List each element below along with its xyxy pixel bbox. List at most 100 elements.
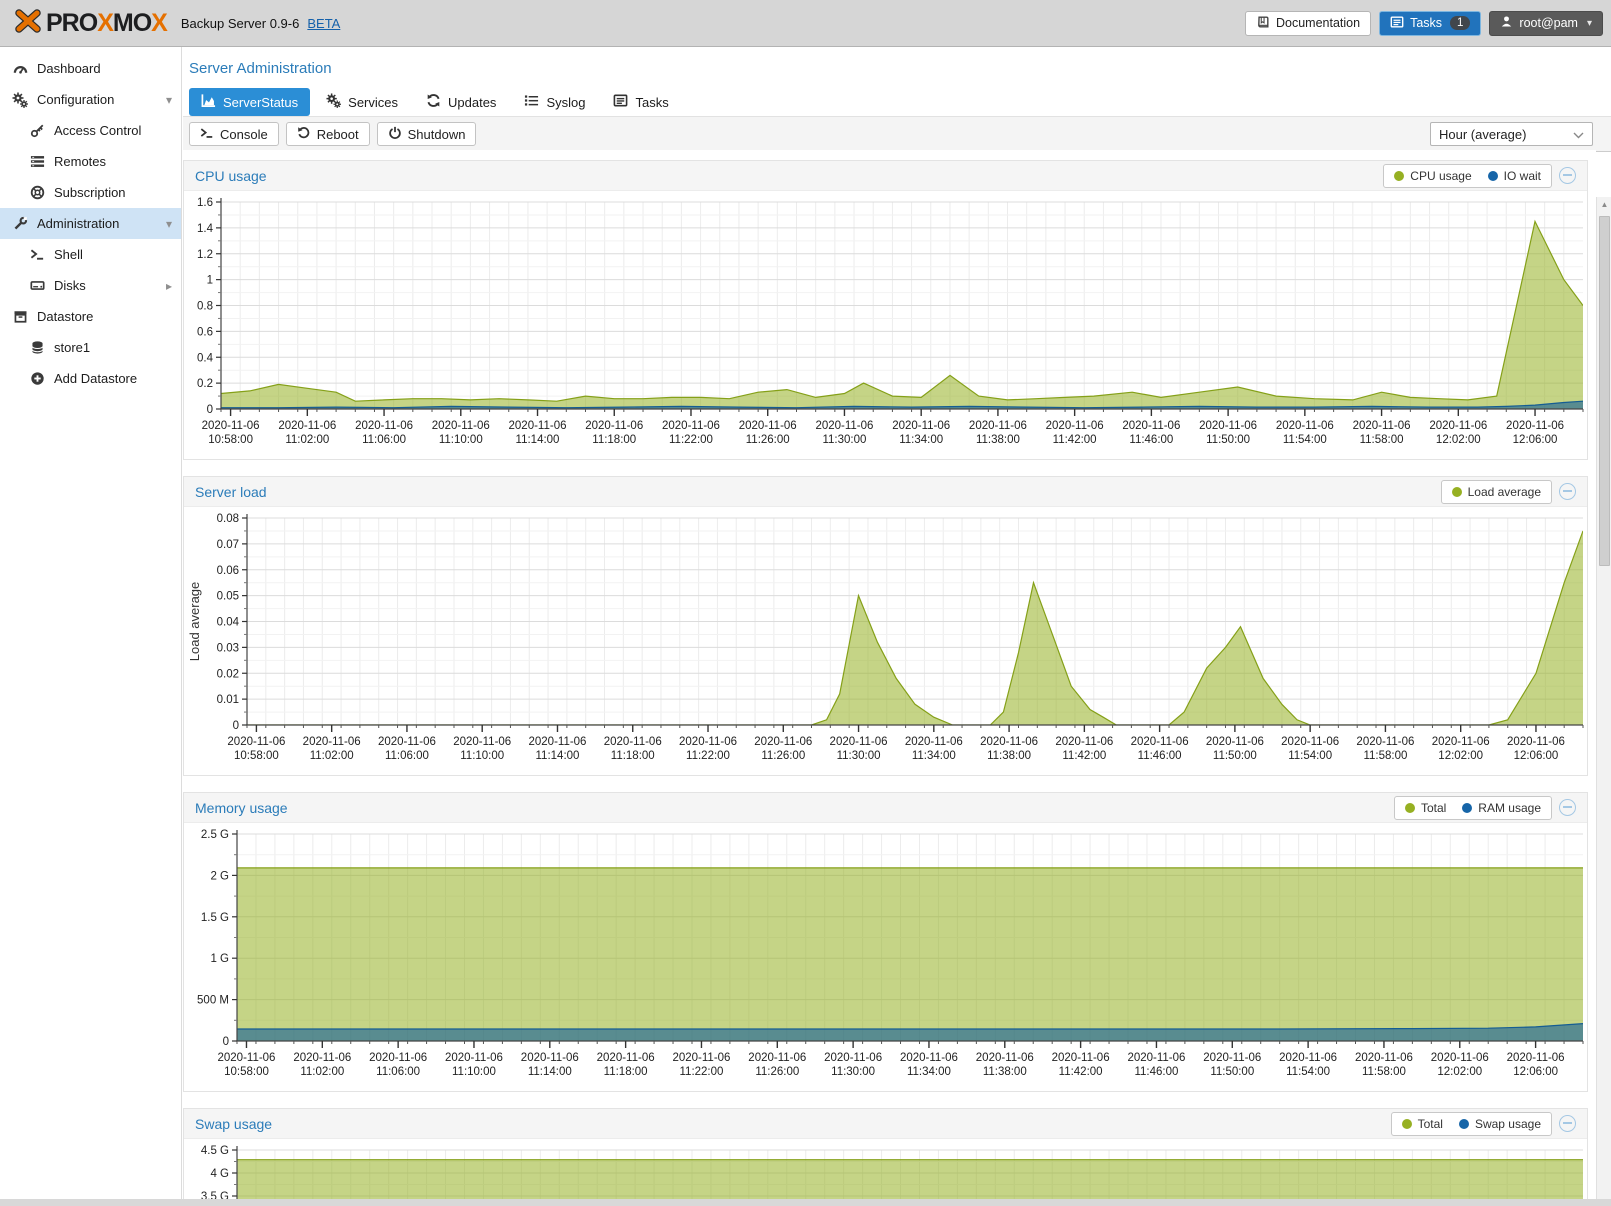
- svg-text:2020-11-06: 2020-11-06: [217, 1052, 275, 1064]
- power-icon: [388, 126, 402, 143]
- panel-title: Swap usage: [195, 1116, 272, 1132]
- time-range-value: Hour (average): [1439, 127, 1573, 142]
- area-chart-icon: [201, 93, 216, 111]
- key-icon: [27, 123, 47, 138]
- svg-text:11:10:00: 11:10:00: [439, 434, 483, 446]
- memory-usage-legend[interactable]: Total RAM usage: [1394, 796, 1552, 820]
- svg-text:2020-11-06: 2020-11-06: [1206, 736, 1264, 748]
- window-bottom-edge: [0, 1199, 1611, 1206]
- svg-text:1.2: 1.2: [197, 249, 213, 261]
- tab-serverstatus[interactable]: ServerStatus: [189, 88, 310, 116]
- sidebar-item-datastore[interactable]: Datastore: [0, 301, 181, 332]
- svg-text:11:46:00: 11:46:00: [1138, 750, 1182, 762]
- gauge-icon: [10, 61, 30, 76]
- sidebar-item-dashboard[interactable]: Dashboard: [0, 53, 181, 84]
- tasks-button[interactable]: Tasks 1: [1379, 11, 1481, 36]
- database-icon: [27, 340, 47, 355]
- swap-usage-legend[interactable]: Total Swap usage: [1391, 1112, 1552, 1136]
- svg-text:2020-11-06: 2020-11-06: [1276, 420, 1334, 432]
- svg-text:11:46:00: 11:46:00: [1134, 1066, 1178, 1078]
- svg-text:0.2: 0.2: [197, 378, 213, 390]
- shutdown-button[interactable]: Shutdown: [377, 122, 477, 146]
- svg-text:2020-11-06: 2020-11-06: [1431, 1052, 1489, 1064]
- svg-text:11:42:00: 11:42:00: [1053, 434, 1097, 446]
- svg-text:2 G: 2 G: [210, 870, 229, 882]
- chevron-down-icon[interactable]: ▾: [166, 217, 172, 231]
- sidebar-item-subscription[interactable]: Subscription: [0, 177, 181, 208]
- documentation-button[interactable]: Documentation: [1245, 11, 1371, 36]
- svg-text:2020-11-06: 2020-11-06: [1353, 420, 1411, 432]
- svg-text:11:54:00: 11:54:00: [1288, 750, 1332, 762]
- svg-text:11:14:00: 11:14:00: [536, 750, 580, 762]
- tab-updates[interactable]: Updates: [414, 88, 508, 116]
- chevron-down-icon: [1573, 127, 1584, 142]
- svg-text:1.6: 1.6: [197, 197, 213, 209]
- svg-text:11:22:00: 11:22:00: [680, 1066, 724, 1078]
- svg-text:12:02:00: 12:02:00: [1438, 750, 1483, 762]
- swap-usage-chart: 2020-11-0610:58:002020-11-0611:02:002020…: [184, 1139, 1587, 1206]
- sidebar-item-add-datastore[interactable]: Add Datastore: [0, 363, 181, 394]
- svg-text:2020-11-06: 2020-11-06: [1506, 420, 1564, 432]
- collapse-panel-icon[interactable]: [1559, 167, 1576, 184]
- list-icon: [524, 93, 539, 111]
- svg-text:2020-11-06: 2020-11-06: [1279, 1052, 1337, 1064]
- reboot-button[interactable]: Reboot: [286, 122, 370, 146]
- gears-icon: [326, 93, 341, 111]
- svg-text:12:06:00: 12:06:00: [1513, 1066, 1558, 1078]
- svg-text:2020-11-06: 2020-11-06: [1356, 736, 1414, 748]
- svg-text:11:38:00: 11:38:00: [976, 434, 1020, 446]
- sidebar-item-store1[interactable]: store1: [0, 332, 181, 363]
- lifebuoy-icon: [27, 185, 47, 200]
- svg-text:2020-11-06: 2020-11-06: [754, 736, 812, 748]
- chevron-down-icon[interactable]: ▾: [166, 93, 172, 107]
- archive-box-icon: [10, 309, 30, 324]
- collapse-panel-icon[interactable]: [1559, 483, 1576, 500]
- cpu-usage-panel-header: CPU usage CPU usage IO wait: [184, 161, 1587, 191]
- main-area: Server Administration ServerStatus Servi…: [183, 47, 1611, 1206]
- svg-text:2020-11-06: 2020-11-06: [1281, 736, 1339, 748]
- gears-icon: [10, 92, 30, 108]
- server-load-panel: Server load Load average 2020-11-0610:58…: [183, 476, 1588, 776]
- console-button[interactable]: Console: [189, 122, 279, 146]
- tab-syslog[interactable]: Syslog: [512, 88, 597, 116]
- scrollbar-thumb[interactable]: [1599, 216, 1610, 566]
- svg-text:0.06: 0.06: [217, 565, 239, 577]
- book-icon: [1256, 15, 1270, 32]
- svg-text:11:42:00: 11:42:00: [1059, 1066, 1103, 1078]
- collapse-panel-icon[interactable]: [1559, 799, 1576, 816]
- svg-text:2020-11-06: 2020-11-06: [585, 420, 643, 432]
- cpu-chart-legend[interactable]: CPU usage IO wait: [1383, 164, 1552, 188]
- chevron-right-icon[interactable]: ▸: [166, 279, 172, 293]
- svg-text:2020-11-06: 2020-11-06: [1199, 420, 1257, 432]
- svg-text:0.4: 0.4: [197, 352, 214, 364]
- svg-text:11:30:00: 11:30:00: [831, 1066, 875, 1078]
- sidebar-item-access-control[interactable]: Access Control: [0, 115, 181, 146]
- tab-tasks[interactable]: Tasks: [601, 88, 680, 116]
- sidebar-item-administration[interactable]: Administration ▾: [0, 208, 181, 239]
- proxmox-x-icon: [14, 8, 42, 39]
- user-menu-button[interactable]: root@pam ▾: [1489, 11, 1603, 36]
- svg-text:2020-11-06: 2020-11-06: [815, 420, 873, 432]
- svg-text:2020-11-06: 2020-11-06: [969, 420, 1027, 432]
- scroll-up-arrow[interactable]: ▲: [1597, 197, 1611, 212]
- server-list-icon: [27, 154, 47, 169]
- sidebar-item-remotes[interactable]: Remotes: [0, 146, 181, 177]
- vertical-scrollbar[interactable]: ▲ ▼: [1596, 197, 1611, 1206]
- beta-link[interactable]: BETA: [307, 16, 340, 31]
- svg-text:11:22:00: 11:22:00: [669, 434, 713, 446]
- tab-services[interactable]: Services: [314, 88, 410, 116]
- svg-text:2020-11-06: 2020-11-06: [980, 736, 1038, 748]
- svg-text:0.08: 0.08: [217, 513, 239, 525]
- sidebar-item-disks[interactable]: Disks ▸: [0, 270, 181, 301]
- time-range-select[interactable]: Hour (average): [1430, 122, 1593, 146]
- svg-text:2020-11-06: 2020-11-06: [597, 1052, 655, 1064]
- memory-usage-chart-svg: 2020-11-0610:58:002020-11-0611:02:002020…: [185, 826, 1588, 1086]
- collapse-panel-icon[interactable]: [1559, 1115, 1576, 1132]
- svg-text:2020-11-06: 2020-11-06: [1355, 1052, 1413, 1064]
- sidebar-item-shell[interactable]: Shell: [0, 239, 181, 270]
- server-load-legend[interactable]: Load average: [1441, 480, 1552, 504]
- svg-text:11:54:00: 11:54:00: [1286, 1066, 1330, 1078]
- svg-text:11:22:00: 11:22:00: [686, 750, 730, 762]
- svg-text:11:30:00: 11:30:00: [837, 750, 881, 762]
- sidebar-item-configuration[interactable]: Configuration ▾: [0, 84, 181, 115]
